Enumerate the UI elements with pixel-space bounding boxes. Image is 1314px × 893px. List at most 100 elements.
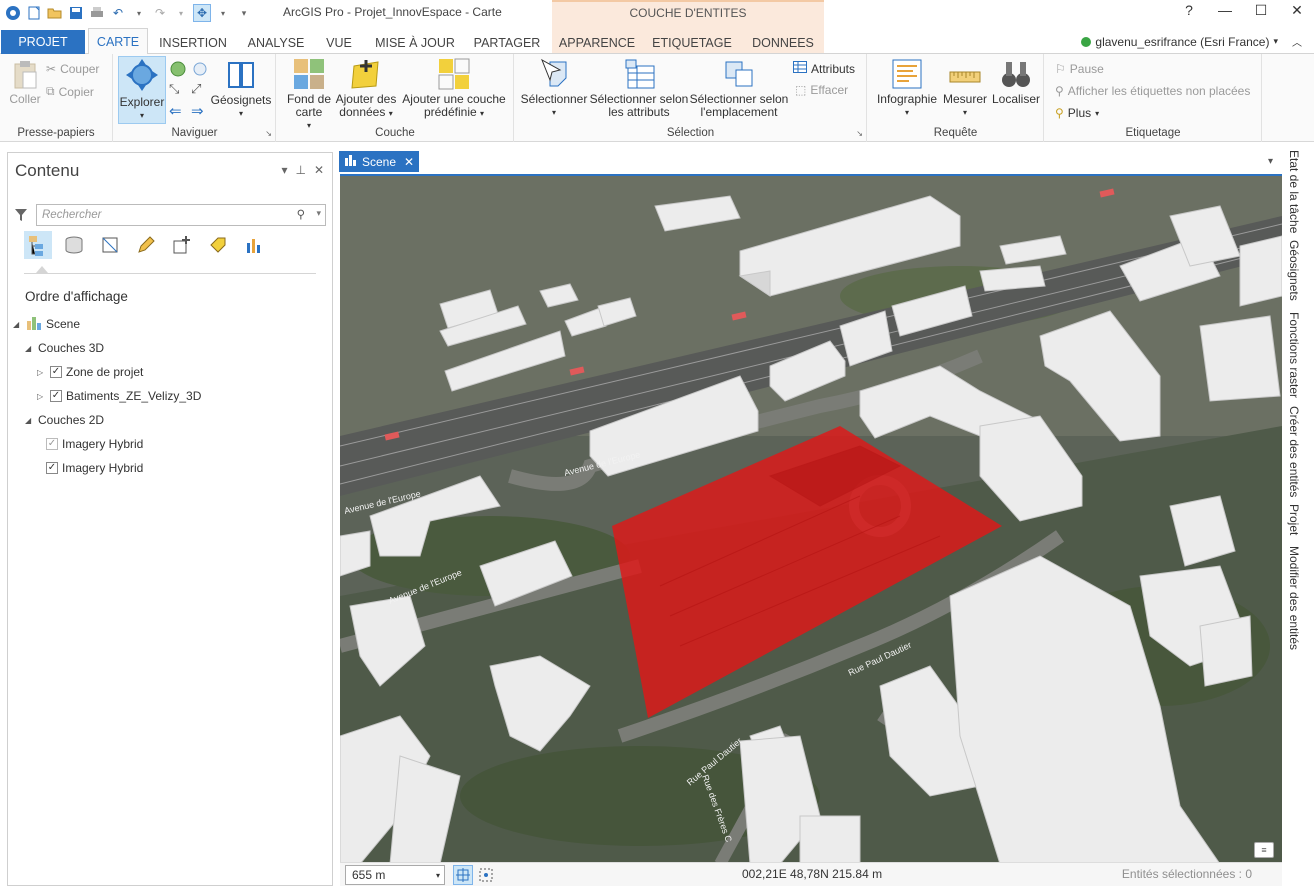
undo-dropdown-icon[interactable]: ▾ [130,4,148,22]
pin-icon[interactable]: ⊥ [295,163,305,177]
expand-icon[interactable]: ▷ [37,368,46,377]
tab-scene-view[interactable]: Scene ✕ [339,151,419,172]
open-project-icon[interactable] [46,4,64,22]
layer-visibility-checkbox[interactable]: ✓ [50,390,62,402]
select-button[interactable]: Sélectionner ▾ [519,58,589,119]
layer-visibility-checkbox[interactable]: ✓ [46,462,58,474]
tree-layer-zone-projet[interactable]: ▷ ✓ Zone de projet [37,363,143,381]
save-icon[interactable] [67,4,85,22]
maximize-icon[interactable]: ☐ [1250,2,1272,19]
dock-tab-task-status[interactable]: Etat de la tâche [1287,150,1301,233]
drawing-order-icon[interactable] [24,231,52,259]
zoom-out-fixed-icon[interactable]: ⤢ [191,81,201,97]
tree-layer-imagery-2[interactable]: ✓ Imagery Hybrid [46,459,143,477]
pane-menu-icon[interactable]: ▾ [281,163,287,177]
previous-extent-icon[interactable]: ⇐ [169,102,182,120]
minimize-icon[interactable]: — [1214,2,1236,19]
scale-dropdown-icon[interactable]: ▾ [436,871,440,880]
contents-search-input[interactable]: Rechercher ⚲ ▾ [36,204,326,226]
dock-tab-create-features[interactable]: Créer des entités [1287,406,1301,497]
snapping-icon[interactable] [168,231,196,259]
tab-etiquetage[interactable]: ETIQUETAGE [647,32,737,54]
infographic-button[interactable]: Infographie ▾ [872,58,942,119]
add-data-button[interactable]: Ajouter des données ▾ [333,58,399,120]
selection-view-icon[interactable] [96,231,124,259]
next-extent-icon[interactable]: ⇒ [191,102,204,120]
clear-selection-button[interactable]: ⬚ Effacer [795,83,848,97]
customize-qat-icon[interactable]: ▾ [235,4,253,22]
search-dropdown-icon[interactable]: ▾ [316,208,321,219]
redo-icon[interactable]: ↷ [151,4,169,22]
layer-visibility-checkbox[interactable]: ✓ [46,438,58,450]
more-labeling-button[interactable]: ⚲ Plus ▾ [1055,106,1099,120]
dock-tab-modify-features[interactable]: Modifier des entités [1287,546,1301,650]
expand-icon[interactable]: ▷ [37,392,46,401]
navigate-tool-icon[interactable]: ✥ [193,4,211,22]
grid-toggle-icon[interactable] [476,865,496,885]
navigate-dropdown-icon[interactable]: ▾ [214,4,232,22]
editing-pencil-icon[interactable] [132,231,160,259]
close-view-icon[interactable]: ✕ [404,155,414,169]
tab-apparence[interactable]: APPARENCE [555,32,639,54]
scene-view[interactable]: Avenue de l'Europe Avenue de l'Europe Ru… [340,174,1282,862]
tree-layer-batiments[interactable]: ▷ ✓ Batiments_ZE_Velizy_3D [37,387,201,405]
redo-dropdown-icon[interactable]: ▾ [172,4,190,22]
navigate-launcher-icon[interactable]: ↘ [265,129,272,138]
search-icon[interactable]: ⚲ [297,207,305,221]
scene-canvas[interactable]: Avenue de l'Europe Avenue de l'Europe Ru… [340,176,1282,862]
tree-group-2d[interactable]: ◢ Couches 2D [25,411,104,429]
copy-button[interactable]: ⧉ Copier [46,84,94,99]
selected-features-count[interactable]: Entités sélectionnées : 0 [1122,867,1252,881]
collapse-icon[interactable]: ◢ [13,320,22,329]
collapse-icon[interactable]: ◢ [25,344,34,353]
charts-icon[interactable] [240,231,268,259]
explore-button[interactable]: Explorer ▾ [118,59,166,122]
labeling-view-icon[interactable] [204,231,232,259]
new-project-icon[interactable] [25,4,43,22]
selection-launcher-icon[interactable]: ↘ [856,129,863,138]
tab-donnees[interactable]: DONNEES [746,32,820,54]
tab-insertion[interactable]: INSERTION [152,32,234,54]
close-icon[interactable]: ✕ [1286,2,1308,19]
filter-icon[interactable] [14,208,28,225]
arcgis-logo-icon[interactable] [4,4,22,22]
tree-item-scene[interactable]: ◢ Scene [13,315,80,333]
zoom-in-fixed-icon[interactable]: ⤡ [169,81,179,97]
data-source-icon[interactable] [60,231,88,259]
pause-labeling-button[interactable]: ⚐ Pause [1055,62,1104,76]
globe-icon[interactable] [169,60,187,81]
help-icon[interactable]: ? [1178,2,1200,19]
tree-group-3d[interactable]: ◢ Couches 3D [25,339,104,357]
dock-tab-bookmarks[interactable]: Géosignets [1287,240,1301,301]
cut-button[interactable]: ✂ Couper [46,62,99,76]
paste-button[interactable]: Coller [6,60,44,106]
tab-mise-a-jour[interactable]: MISE À JOUR [368,32,462,54]
measure-button[interactable]: Mesurer ▾ [940,58,990,119]
bookmarks-button[interactable]: Géosignets ▾ [210,59,272,120]
comment-icon[interactable]: ≡ [1254,842,1274,858]
add-preset-layer-button[interactable]: Ajouter une couche prédéfinie ▾ [399,58,509,120]
dock-tab-project[interactable]: Projet [1287,504,1301,535]
tab-projet[interactable]: PROJET [1,30,85,54]
ribbon-collapse-icon[interactable]: ︿ [1292,34,1302,49]
tab-analyse[interactable]: ANALYSE [240,32,312,54]
select-by-location-button[interactable]: Sélectionner selon l'emplacement [687,58,791,119]
select-by-attributes-button[interactable]: Sélectionner selon les attributs [589,58,689,119]
dock-tab-raster-functions[interactable]: Fonctions raster [1287,312,1301,398]
snapping-toggle-icon[interactable] [453,865,473,885]
user-account[interactable]: glavenu_esrifrance (Esri France) ▾ ︿ [1081,34,1302,49]
collapse-icon[interactable]: ◢ [25,416,34,425]
dock-scroll-icon[interactable]: ▾ [1268,156,1273,167]
tab-carte[interactable]: CARTE [88,28,148,55]
undo-icon[interactable]: ↶ [109,4,127,22]
show-unplaced-labels-button[interactable]: ⚲ Afficher les étiquettes non placées [1055,84,1250,98]
print-icon[interactable] [88,4,106,22]
locate-button[interactable]: Localiser [990,58,1042,106]
layer-visibility-checkbox[interactable]: ✓ [50,366,62,378]
pane-close-icon[interactable]: ✕ [314,163,324,177]
tree-layer-imagery-1[interactable]: ✓ Imagery Hybrid [46,435,143,453]
tab-partager[interactable]: PARTAGER [470,32,544,54]
scale-selector[interactable]: 655 m ▾ [345,865,445,885]
tab-vue[interactable]: VUE [318,32,360,54]
zoom-layer-icon[interactable] [191,60,209,81]
